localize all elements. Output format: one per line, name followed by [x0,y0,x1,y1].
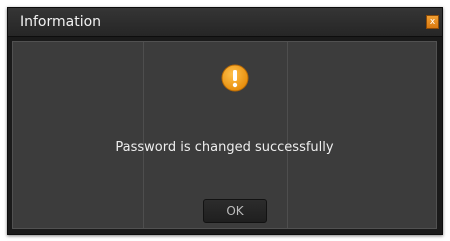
warning-icon [221,64,249,92]
ok-button[interactable]: OK [203,199,267,223]
dialog-title: Information [20,14,102,30]
information-dialog: Information x Password is changed succes… [7,7,443,235]
dialog-titlebar[interactable]: Information x [8,8,442,37]
dialog-message: Password is changed successfully [115,140,334,155]
divider-line [143,42,144,228]
close-button[interactable]: x [426,15,439,29]
dialog-content: Password is changed successfully OK [12,41,437,229]
divider-line [287,42,288,228]
